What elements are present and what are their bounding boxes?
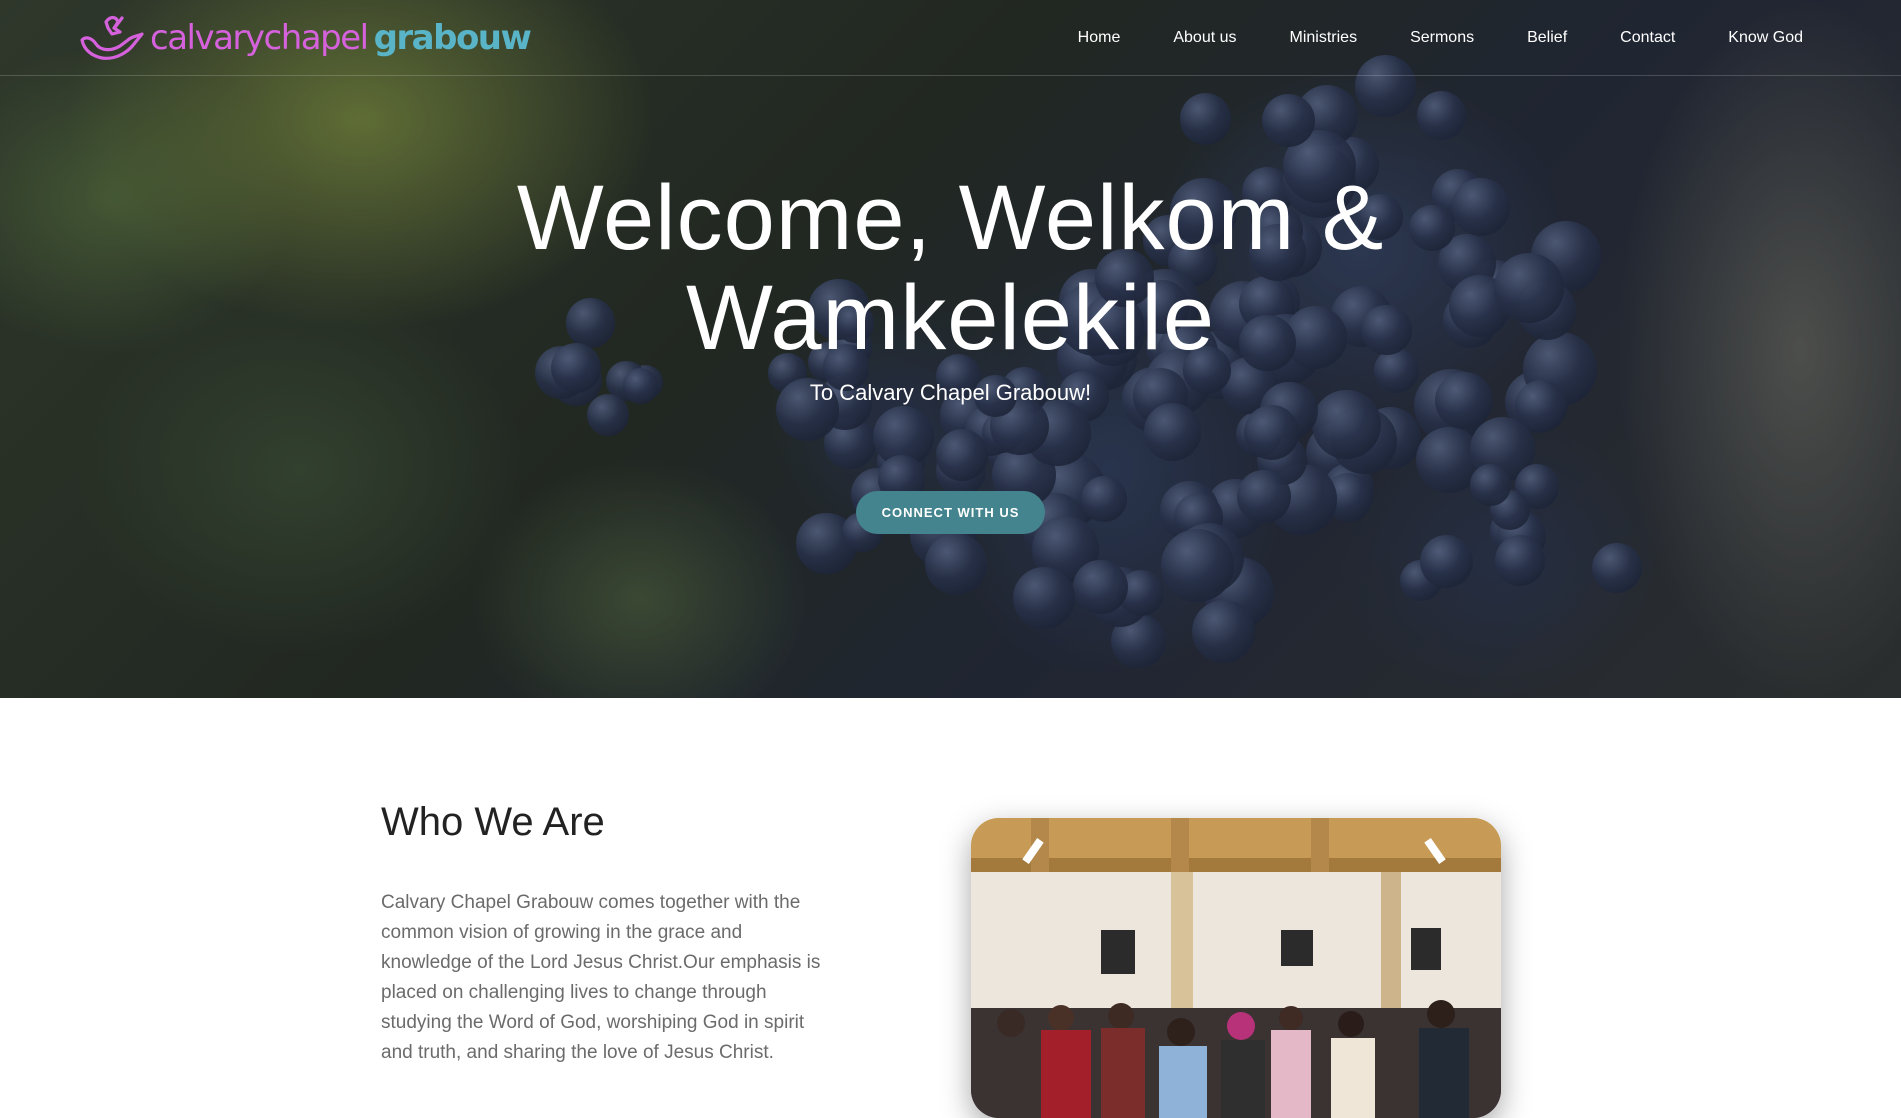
logo-wordmark: calvarychapel grabouw	[150, 18, 532, 58]
main-nav: Home About us Ministries Sermons Belief …	[1025, 28, 1803, 48]
logo-text-light: calvarychapel	[150, 18, 369, 58]
who-we-are-heading: Who We Are	[381, 800, 605, 844]
connect-with-us-button[interactable]: CONNECT WITH US	[856, 491, 1045, 534]
congregation-photo	[971, 818, 1501, 1118]
nav-item-contact[interactable]: Contact	[1620, 28, 1675, 48]
site-header: calvarychapel grabouw Home About us Minis…	[0, 0, 1901, 76]
who-we-are-text: Calvary Chapel Grabouw comes together wi…	[381, 892, 821, 1063]
logo-text-bold: grabouw	[373, 18, 532, 58]
nav-item-about-us[interactable]: About us	[1173, 28, 1236, 48]
hero-subtitle: To Calvary Chapel Grabouw!	[809, 380, 1092, 405]
site-logo[interactable]: calvarychapel grabouw	[76, 10, 532, 66]
hero-title: Welcome, Welkom & Wamkelekile	[0, 168, 1901, 368]
hero-title-line-1: Welcome, Welkom &	[516, 167, 1385, 269]
nav-item-know-god[interactable]: Know God	[1728, 28, 1803, 48]
nav-item-ministries[interactable]: Ministries	[1290, 28, 1358, 48]
dove-icon	[80, 15, 144, 60]
nav-item-belief[interactable]: Belief	[1527, 28, 1567, 48]
congregation-photo-illustration	[971, 818, 1501, 1118]
nav-item-home[interactable]: Home	[1078, 28, 1121, 48]
nav-item-sermons[interactable]: Sermons	[1410, 28, 1474, 48]
hero-title-line-2: Wamkelekile	[685, 267, 1216, 369]
